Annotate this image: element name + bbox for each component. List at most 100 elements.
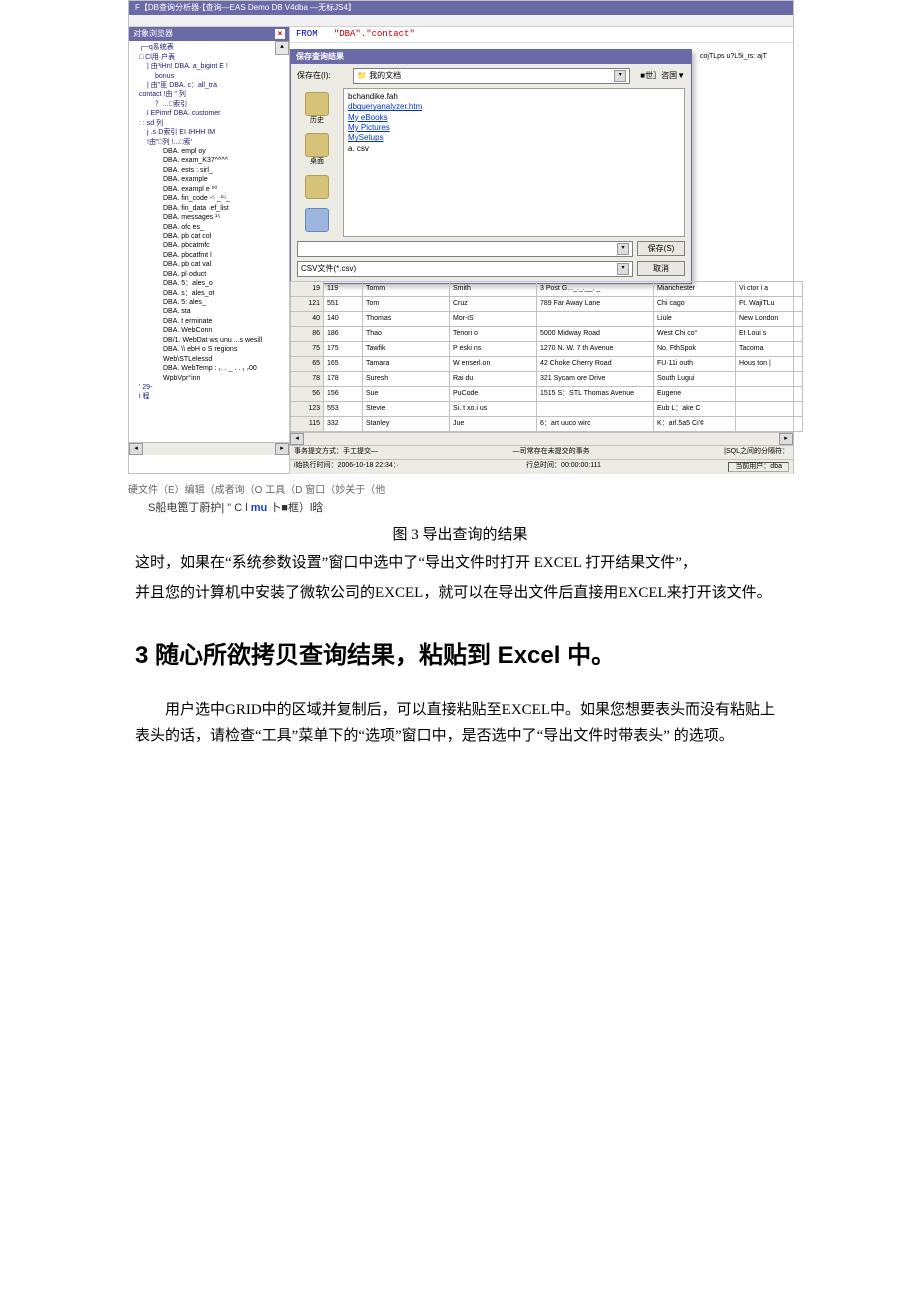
scroll-up-button[interactable]: ▴ [275,41,289,55]
scroll-right-button[interactable]: ▸ [779,433,793,445]
tree-item[interactable]: DBA. fin_code ‑⁵ _¹⁵_ [133,194,287,203]
tree-item[interactable]: Web\STLelessd [133,355,287,364]
tree-item[interactable]: DBA. sta [133,307,287,316]
scroll-left-button[interactable]: ◂ [290,433,304,445]
table-cell: Cruz [450,297,537,312]
tree-item[interactable]: DBA. messages ¹⁵ [133,213,287,222]
grid-scrollbar[interactable]: ◂ ▸ [290,432,793,445]
tree-item[interactable]: ' 29- [133,383,287,392]
tree-item[interactable]: DBA. t erminate [133,317,287,326]
tree-item[interactable]: | 由³iHn! DBA. a_bigint E ! [133,62,287,71]
table-row[interactable]: 86186ThaoTenori o5000 Midway RoadWest Ch… [291,327,803,342]
tree-item[interactable]: DBA. pl·oduct [133,270,287,279]
tree-item[interactable]: DB/1. WebDat ws unu ...s wesill [133,336,287,345]
tree-item[interactable]: !由"□列 !...□索' [133,138,287,147]
tree-item[interactable]: DBA. WebTemp : ₁. . _ . . ₁ ₇00 [133,364,287,373]
tree-item[interactable]: DBA. exampl e ⁰⁰ [133,185,287,194]
filename-input[interactable]: ▾ [297,241,633,257]
table-cell: 165 [324,357,363,372]
file-item[interactable]: My Pictures [348,123,680,133]
tree-item[interactable]: DBA. pb cat val [133,260,287,269]
taskbar-part: 卜■框）l晗 [270,502,323,514]
table-row[interactable]: 75175TawfikP eski ns1270 N. W. 7 th Aven… [291,342,803,357]
bg-frag: cojTLps u?L5i_rs: ajT [700,53,791,61]
table-cell: 65 [291,357,324,372]
places-item[interactable] [297,175,337,200]
chevron-down-icon[interactable]: ▾ [617,263,629,275]
tree-item[interactable]: DBA. ests : sirl_ [133,166,287,175]
chevron-down-icon[interactable]: ▾ [617,243,629,255]
background-fragments: cojTLps u?L5i_rs: ajT [700,53,791,64]
tree-item[interactable]: DBA. pbcatmfc [133,241,287,250]
status-start: i始执行时间：2006-10-18 22:34：· [294,462,399,472]
file-item[interactable]: My eBooks [348,113,680,123]
table-cell: K：arl.5a5 Ci'¢ [654,417,736,432]
file-item[interactable]: a. csv [348,144,680,154]
tree-item[interactable]: WpbVpr°inn [133,374,287,383]
tree-item[interactable]: i EPimrf DBA. customer [133,109,287,118]
table-row[interactable]: 40140ThomasMor-iSLiuleNew London [291,312,803,327]
chevron-down-icon[interactable]: ▾ [614,70,626,82]
paragraph-span: 并且您的计算机中安装了微软公司的EXCEL，就可以在导出文件后直接用EXCEL来… [135,585,772,601]
object-tree[interactable]: ┌─q系统表□ Cl用·户表| 由³iHn! DBA. a_bigint E !… [129,41,289,404]
tree-item[interactable]: DBA. example [133,175,287,184]
table-cell: 123 [291,402,324,417]
file-item[interactable]: MySetups [348,133,680,143]
cancel-button[interactable]: 取消 [637,261,685,276]
tree-item[interactable]: DBA. exam_K37^^^^ [133,156,287,165]
save-in-combo[interactable]: 📁 我的文档 ▾ [353,68,630,84]
table-cell: Mianchester [654,282,736,297]
tree-item[interactable]: DBA. pbcatfmt l [133,251,287,260]
tree-hscroll[interactable]: ◂ ▸ [129,442,289,455]
tree-item[interactable]: j .s·D索引 EI·IHHH IM [133,128,287,137]
places-item[interactable] [297,208,337,233]
result-grid[interactable]: 19119TommSmith3 Post G..._._.__. _Mianch… [290,281,793,474]
table-cell: New London [736,312,803,327]
tree-item[interactable]: DBA. s：ales_ot [133,289,287,298]
table-cell: 156 [324,387,363,402]
tree-item[interactable]: DBA. 5：ales_o [133,279,287,288]
table-row[interactable]: 65165TamaraW enserl.on42 Choke Cherry Ro… [291,357,803,372]
save-button[interactable]: 保存(S) [637,241,685,256]
scroll-left-button[interactable]: ◂ [129,443,143,455]
tree-item[interactable]: DBA. 5: ales_ [133,298,287,307]
tree-item[interactable]: DBA. ofc es_ [133,223,287,232]
file-item[interactable]: bchandike.fah [348,92,680,102]
status-elapsed: 行总时间：00:00:00:111 [526,462,601,472]
object-browser-header: 对象浏览器 × [129,27,289,41]
table-row[interactable]: 78178SureshRai du321 Sycam ore DriveSout… [291,372,803,387]
tree-item[interactable]: : : sd 列 [133,119,287,128]
places-item[interactable]: 桌面 [297,133,337,166]
file-item[interactable]: dbqueryanalyzer.htm [348,102,680,112]
sql-string: "DBA"."contact" [334,29,415,39]
tree-item[interactable]: i 程 [133,392,287,401]
table-row[interactable]: 121551TomCruz789 Far Away LaneChi cagoFt… [291,297,803,312]
tree-item[interactable]: | 由"匪 DBA. c：all_tra [133,81,287,90]
table-row[interactable]: 19119TommSmith3 Post G..._._.__. _Mianch… [291,282,803,297]
tree-item[interactable]: contact !由 " 列 [133,90,287,99]
tree-item[interactable]: ？…□索引 [133,100,287,109]
table-row[interactable]: 115332StanleyJue6：art uuco wircK：arl.5a5… [291,417,803,432]
table-row[interactable]: 56156SuePuCode1515 S：STL Thomas AvenueEu… [291,387,803,402]
tree-item[interactable]: ┌─q系统表 [133,43,287,52]
tree-item[interactable]: DBA. fin_data ·ef_list [133,204,287,213]
tree-item[interactable]: □ Cl用·户表 [133,53,287,62]
tree-item[interactable]: DBA. empl oy [133,147,287,156]
tree-item[interactable]: DBA. WebConn [133,326,287,335]
tree-item[interactable]: bonus [133,72,287,81]
table-cell [736,402,803,417]
table-cell: 1270 N. W. 7 th Avenue [537,342,654,357]
table-cell: 75 [291,342,324,357]
paragraph: 用户选中GRID中的区域并复制后，可以直接粘贴至EXCEL中。如果您想要表头而没… [135,697,785,750]
places-item[interactable]: 历史 [297,92,337,125]
table-cell [537,312,654,327]
table-row[interactable]: 123553StevieSi. t xo.i usEub L：ake C [291,402,803,417]
app-window: F【DB查询分析器·【查询—EAS Demo DB V4dba —无标JS4】 … [128,0,794,474]
close-icon[interactable]: × [275,29,285,39]
tree-item[interactable]: DBA. pb cat col [133,232,287,241]
file-list[interactable]: bchandike.fahdbqueryanalyzer.htmMy eBook… [343,88,685,237]
scroll-right-button[interactable]: ▸ [275,443,289,455]
type-combo[interactable]: CSV文件(*.csv) ▾ [297,261,633,277]
taskbar-part: mu [251,502,268,514]
tree-item[interactable]: DBA. \\ ebH o S regions [133,345,287,354]
